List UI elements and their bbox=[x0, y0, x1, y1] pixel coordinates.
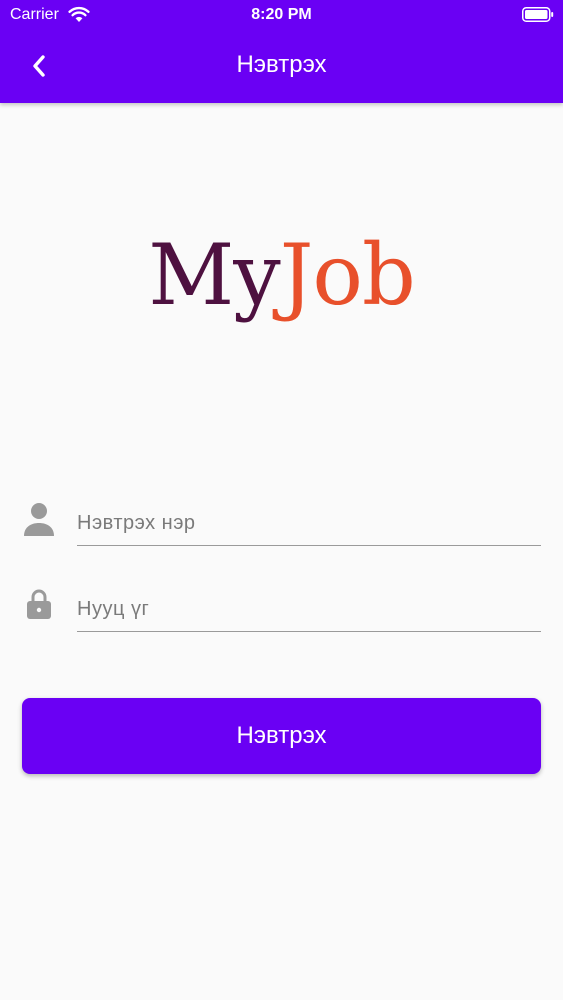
battery-icon bbox=[522, 7, 554, 22]
username-input[interactable] bbox=[77, 501, 541, 546]
password-row bbox=[22, 587, 541, 657]
status-time: 8:20 PM bbox=[251, 6, 312, 23]
page-title: Нэвтрэх bbox=[236, 51, 327, 78]
person-icon bbox=[24, 503, 54, 536]
login-button[interactable]: Нэвтрэх bbox=[22, 698, 541, 774]
username-row bbox=[22, 501, 541, 571]
lock-icon bbox=[27, 589, 51, 619]
status-bar: Carrier 8:20 PM bbox=[0, 0, 563, 30]
logo-text-my: My bbox=[148, 226, 280, 324]
password-input[interactable] bbox=[77, 587, 541, 632]
myjob-logo: MyJob bbox=[0, 226, 563, 324]
logo-text-job: Job bbox=[279, 226, 416, 324]
app-bar: Carrier 8:20 PM Нэвтрэх bbox=[0, 0, 563, 103]
